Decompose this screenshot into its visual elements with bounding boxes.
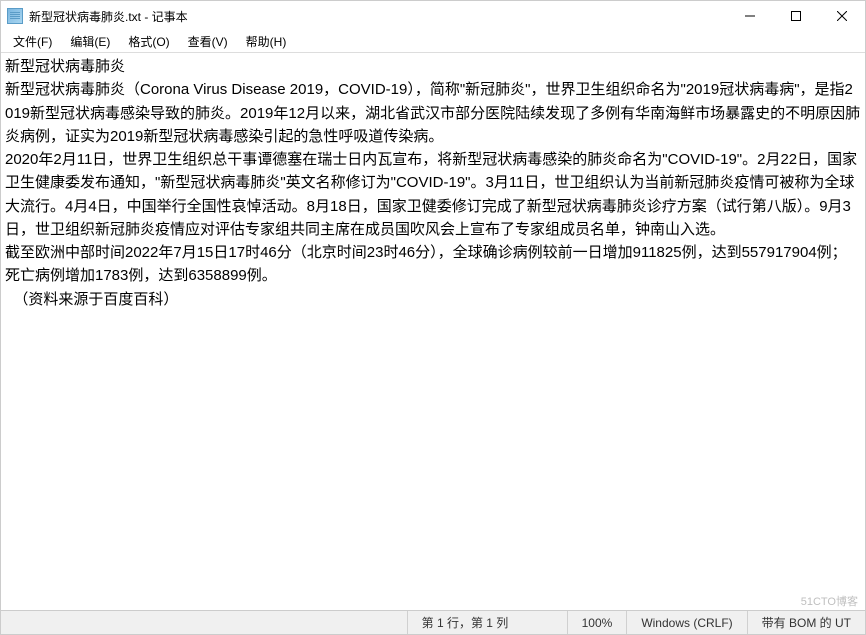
statusbar: 第 1 行，第 1 列 100% Windows (CRLF) 带有 BOM 的… — [1, 610, 865, 634]
titlebar: 新型冠状病毒肺炎.txt - 记事本 — [1, 1, 865, 31]
window-title: 新型冠状病毒肺炎.txt - 记事本 — [29, 8, 188, 25]
maximize-button[interactable] — [773, 1, 819, 31]
menu-edit[interactable]: 编辑(E) — [62, 31, 118, 52]
close-button[interactable] — [819, 1, 865, 31]
menu-view[interactable]: 查看(V) — [180, 31, 236, 52]
minimize-button[interactable] — [727, 1, 773, 31]
status-encoding: 带有 BOM 的 UT — [747, 611, 865, 634]
text-area[interactable]: 新型冠状病毒肺炎 新型冠状病毒肺炎（Corona Virus Disease 2… — [1, 53, 865, 610]
notepad-icon — [7, 8, 23, 24]
menu-file[interactable]: 文件(F) — [5, 31, 60, 52]
status-position: 第 1 行，第 1 列 — [407, 611, 567, 634]
menu-help[interactable]: 帮助(H) — [238, 31, 295, 52]
menu-format[interactable]: 格式(O) — [120, 31, 177, 52]
titlebar-left: 新型冠状病毒肺炎.txt - 记事本 — [7, 8, 188, 25]
window-controls — [727, 1, 865, 31]
status-zoom: 100% — [567, 611, 627, 634]
status-line-ending: Windows (CRLF) — [626, 611, 746, 634]
menubar: 文件(F) 编辑(E) 格式(O) 查看(V) 帮助(H) — [1, 31, 865, 53]
